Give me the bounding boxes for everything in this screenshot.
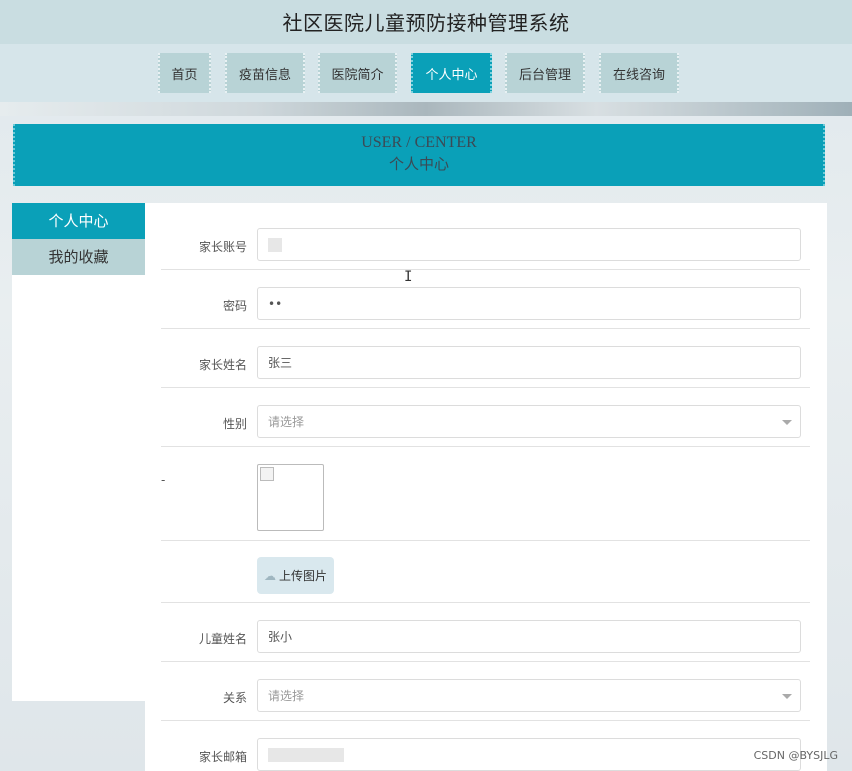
password-input[interactable]: ••: [257, 287, 801, 320]
form-row-upload: ☁ 上传图片: [161, 541, 810, 603]
watermark: CSDN @BYSJLG: [753, 749, 838, 762]
parent-name-input[interactable]: 张三: [257, 346, 801, 379]
side-menu: 个人中心 我的收藏: [12, 203, 145, 701]
nav-item-user-center[interactable]: 个人中心: [411, 53, 492, 93]
band-title-en: USER / CENTER: [361, 134, 477, 151]
band-title-cn: 个人中心: [388, 157, 449, 173]
account-input[interactable]: [257, 228, 801, 261]
email-input[interactable]: [257, 738, 801, 771]
form-row-email: 家长邮箱: [161, 721, 810, 771]
child-name-label: 儿童姓名: [198, 632, 247, 646]
photo-preview: [257, 464, 324, 531]
redacted-value: [268, 747, 344, 762]
photo-label: -: [161, 473, 166, 487]
side-item-favorites[interactable]: 我的收藏: [12, 239, 145, 275]
chevron-down-icon: [782, 420, 792, 425]
chevron-down-icon: [782, 694, 792, 699]
upload-image-button[interactable]: ☁ 上传图片: [257, 557, 334, 594]
form-row-relation: 关系 请选择: [161, 662, 810, 721]
text-cursor-icon: I: [404, 269, 413, 285]
side-item-user-center[interactable]: 个人中心: [12, 203, 145, 239]
user-center-band: USER / CENTER 个人中心: [13, 124, 825, 186]
broken-image-icon: [260, 467, 274, 481]
profile-form: 家长账号 密码 •• 家长姓名 张三 性别 请选择 - ☁ 上传图片 儿童姓名: [145, 203, 827, 771]
relation-label: 关系: [222, 691, 247, 705]
relation-select[interactable]: 请选择: [257, 679, 801, 712]
gender-label: 性别: [222, 417, 247, 431]
form-row-parent-name: 家长姓名 张三: [161, 329, 810, 388]
nav-item-hospital-intro[interactable]: 医院简介: [318, 53, 397, 93]
nav-item-home[interactable]: 首页: [158, 53, 211, 93]
form-row-password: 密码 ••: [161, 270, 810, 329]
nav-item-online-consult[interactable]: 在线咨询: [599, 53, 679, 93]
nav-item-vaccine-info[interactable]: 疫苗信息: [225, 53, 305, 93]
password-label: 密码: [222, 299, 247, 313]
form-row-photo: -: [161, 447, 810, 541]
form-row-gender: 性别 请选择: [161, 388, 810, 447]
child-name-input[interactable]: 张小: [257, 620, 801, 653]
form-row-account: 家长账号: [161, 211, 810, 270]
redacted-value: [268, 237, 282, 252]
form-row-child-name: 儿童姓名 张小: [161, 603, 810, 662]
app-title: 社区医院儿童预防接种管理系统: [282, 11, 570, 35]
cloud-upload-icon: ☁: [263, 568, 276, 583]
nav-item-admin[interactable]: 后台管理: [505, 53, 585, 93]
email-label: 家长邮箱: [198, 750, 247, 764]
gender-select[interactable]: 请选择: [257, 405, 801, 438]
banner-image-strip: [0, 102, 852, 116]
account-label: 家长账号: [198, 240, 247, 254]
main-nav: 首页 疫苗信息 医院简介 个人中心 后台管理 在线咨询: [0, 44, 852, 102]
parent-name-label: 家长姓名: [198, 358, 247, 372]
app-header: 社区医院儿童预防接种管理系统: [0, 0, 852, 44]
